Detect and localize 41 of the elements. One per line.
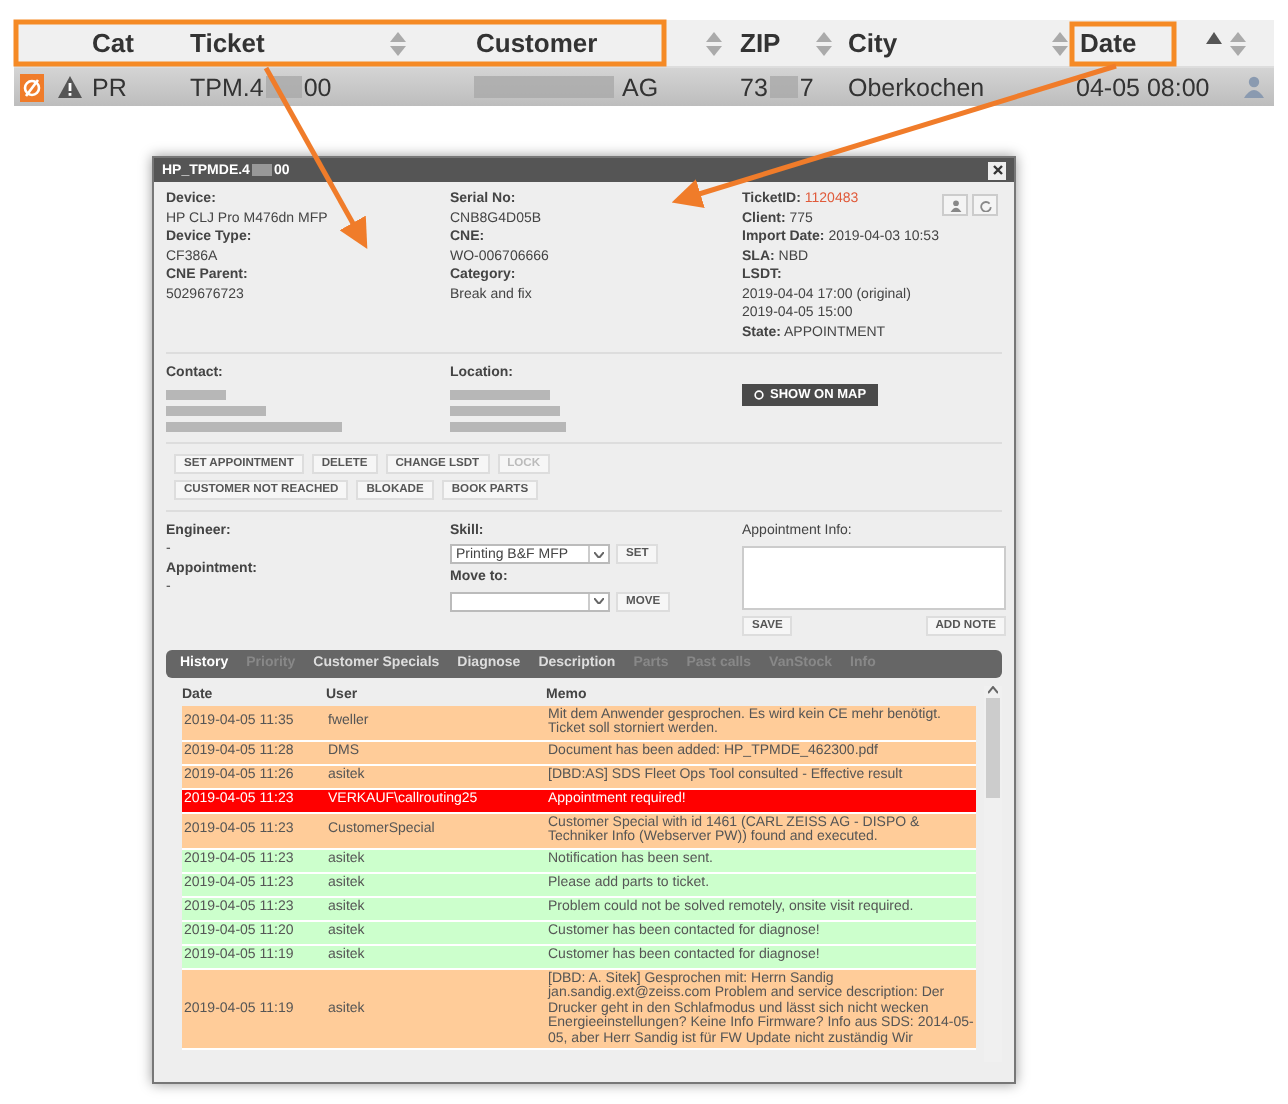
close-button[interactable] — [988, 161, 1006, 179]
redacted-text — [769, 76, 798, 98]
appointment-info-field[interactable] — [742, 546, 1006, 610]
category-text: PR — [92, 73, 127, 101]
column-header[interactable]: Cat — [92, 28, 134, 58]
redacted-text — [474, 76, 614, 98]
city-text: Oberkochen — [848, 73, 985, 101]
highlight-frame — [1069, 21, 1177, 67]
customer-text: AG — [622, 73, 659, 101]
close-icon — [991, 164, 1003, 176]
blocked-icon — [20, 73, 44, 101]
date-text: 04-05 08:00 — [1076, 73, 1210, 101]
move-to-select[interactable] — [450, 591, 610, 611]
column-header[interactable]: City — [848, 28, 898, 58]
column-header[interactable]: Customer — [476, 28, 598, 58]
person-icon — [949, 199, 961, 211]
redacted-text — [450, 421, 566, 431]
refresh-icon — [979, 199, 991, 211]
redacted-text — [166, 389, 226, 399]
refresh-button[interactable] — [972, 194, 998, 216]
scroll-up-icon[interactable] — [988, 685, 998, 693]
ticket-text: TPM.4 — [190, 73, 264, 101]
caret-icon — [594, 598, 604, 604]
caret-icon — [594, 551, 604, 557]
redacted-text — [166, 405, 266, 415]
person-icon — [1244, 76, 1264, 98]
sort-icon[interactable] — [816, 29, 832, 57]
redacted-text — [450, 405, 560, 415]
person-button[interactable] — [942, 194, 968, 216]
zip-text: 7 — [799, 73, 814, 101]
sort-icon[interactable] — [1052, 29, 1068, 57]
zip-text: 73 — [740, 73, 768, 101]
ring-icon — [754, 390, 764, 400]
column-header[interactable]: Date — [1080, 28, 1137, 58]
redacted-text — [450, 389, 550, 399]
sort-icon[interactable] — [706, 29, 722, 57]
ticket-text: 00 — [303, 73, 332, 101]
sort-icon[interactable] — [390, 29, 406, 57]
column-header[interactable]: ZIP — [740, 28, 781, 58]
column-header[interactable]: Ticket — [190, 28, 265, 58]
warning-icon — [58, 76, 82, 98]
